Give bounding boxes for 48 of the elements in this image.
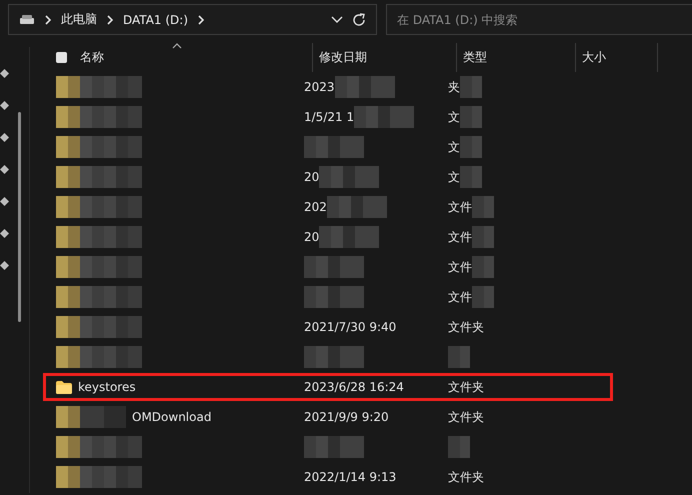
breadcrumb[interactable]: DATA1 (D:) [123, 12, 188, 26]
modified-date: 202 [304, 200, 327, 214]
drive-icon [19, 14, 35, 24]
search-field[interactable]: 在 DATA1 (D:) 中搜索 [386, 4, 692, 35]
file-type: 文件 [448, 198, 472, 216]
column-header[interactable]: 名称 [80, 43, 313, 72]
file-type: 文件夹 [448, 408, 484, 426]
modified-date: 1/5/21 1 [304, 110, 354, 124]
refresh-icon[interactable] [352, 12, 366, 26]
file-type: 文 [448, 168, 460, 186]
chevron-icon [44, 14, 52, 24]
column-header[interactable]: 修改日期 [313, 43, 457, 72]
select-all-checkbox[interactable] [56, 52, 67, 63]
column-header[interactable]: 大小 [576, 43, 658, 72]
modified-date: 20 [304, 230, 320, 244]
file-name[interactable]: keystores [78, 380, 136, 394]
file-type: 文件 [448, 258, 472, 276]
pin-icon[interactable] [0, 229, 9, 238]
pin-icon[interactable] [0, 165, 9, 174]
pin-icon[interactable] [0, 261, 9, 270]
scrollbar[interactable] [18, 112, 21, 322]
modified-date: 2021/9/9 9:20 [304, 410, 389, 424]
file-name[interactable]: OMDownload [132, 410, 212, 424]
file-type: 文件 [448, 288, 472, 306]
file-type: 文件夹 [448, 378, 484, 396]
pin-icon[interactable] [0, 101, 9, 110]
chevron-icon [197, 14, 206, 24]
modified-date: 2023/6/28 16:24 [304, 380, 404, 394]
column-header[interactable]: 类型 [457, 43, 576, 72]
folder-icon [56, 380, 72, 394]
file-type: 文 [448, 138, 460, 156]
pin-icon[interactable] [0, 69, 9, 78]
address-bar[interactable]: 此电脑 DATA1 (D:) [8, 4, 377, 35]
file-type: 夹 [448, 78, 460, 96]
chevron-icon [106, 14, 114, 24]
file-type: 文 [448, 108, 460, 126]
file-type: 文件夹 [448, 468, 484, 486]
modified-date: 20 [304, 170, 320, 184]
dropdown-icon[interactable] [331, 16, 343, 24]
pin-icon[interactable] [0, 197, 9, 206]
modified-date: 2021/7/30 9:40 [304, 320, 396, 334]
modified-date: 2023 [304, 80, 335, 94]
sort-caret-icon [172, 43, 182, 49]
file-type: 文件夹 [448, 318, 484, 336]
modified-date: 2022/1/14 9:13 [304, 470, 396, 484]
pin-icon[interactable] [0, 133, 9, 142]
breadcrumb[interactable]: 此电脑 [61, 11, 97, 28]
file-type: 文件 [448, 228, 472, 246]
